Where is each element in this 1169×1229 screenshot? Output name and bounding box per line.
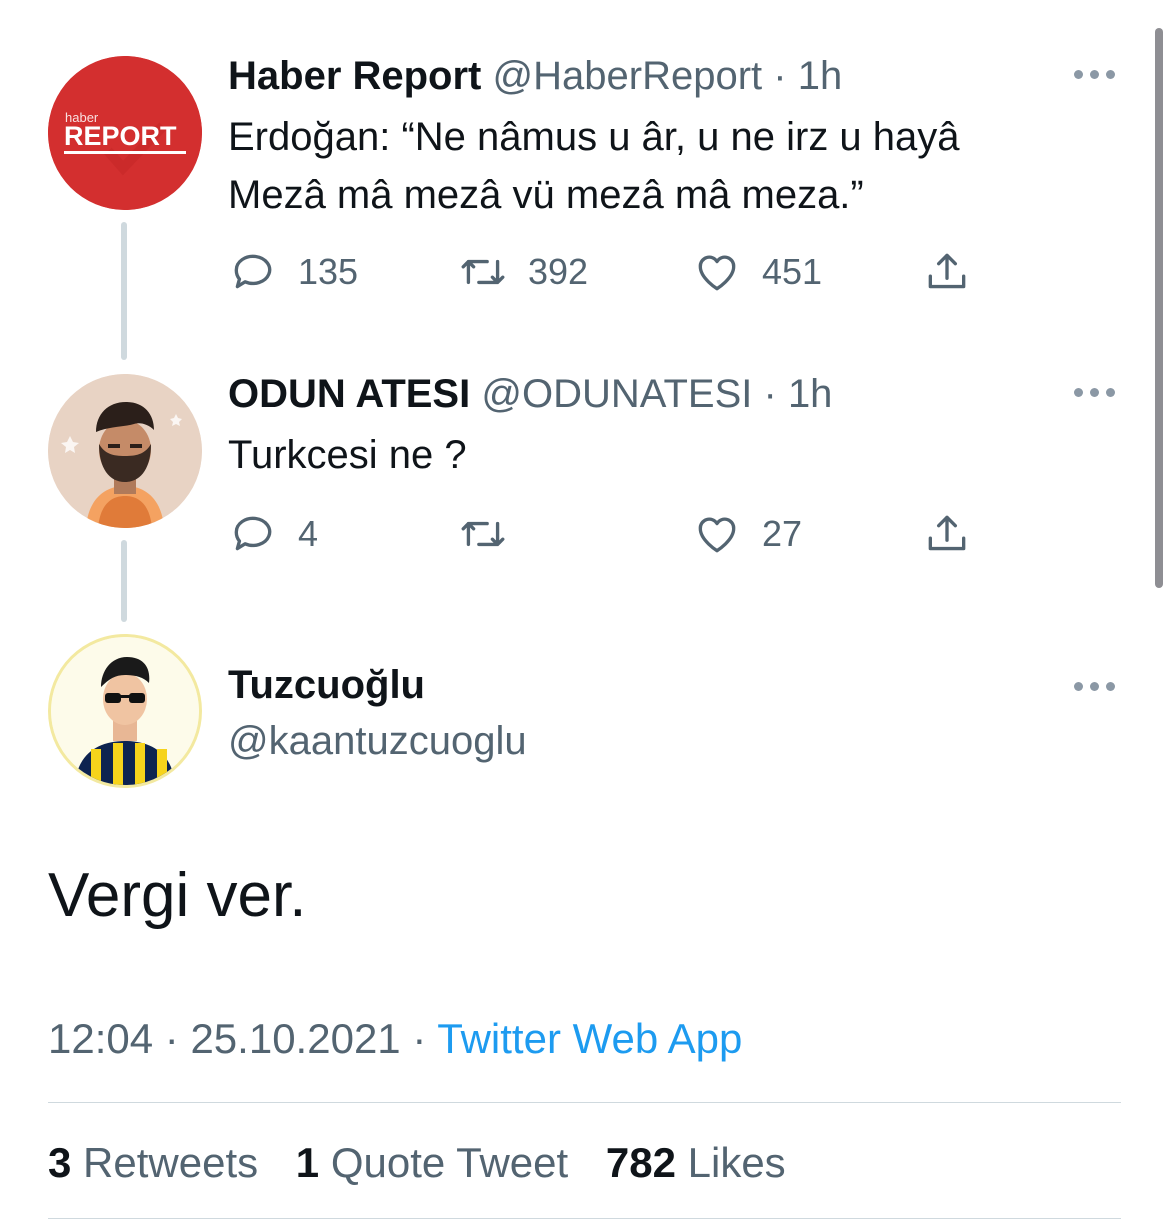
reply-button[interactable]: 135	[228, 246, 358, 298]
tweet-text-line: Erdoğan: “Ne nâmus u âr, u ne irz u hayâ	[228, 115, 960, 159]
engagement-stats: 3 Retweets 1 Quote Tweet 782 Likes	[48, 1136, 812, 1190]
action-bar: 4 27	[228, 508, 988, 560]
retweet-total: 3	[48, 1139, 72, 1186]
separator: ·	[763, 372, 777, 416]
retweet-icon	[461, 259, 505, 285]
tweet-text: Turkcesi ne ?	[228, 426, 467, 484]
reply-count: 135	[298, 251, 359, 292]
reply-icon	[234, 254, 272, 289]
tweet-text-line: Mezâ mâ mezâ vü mezâ mâ meza.”	[228, 173, 864, 217]
scrollbar[interactable]	[1155, 28, 1163, 588]
separator: ·	[412, 1015, 427, 1062]
tweet-meta: 12:04 · 25.10.2021 · Twitter Web App	[48, 1012, 742, 1066]
reply-icon	[234, 516, 272, 551]
retweet-button[interactable]: 392	[458, 246, 588, 298]
like-button[interactable]: 27	[692, 508, 802, 560]
more-icon[interactable]	[1072, 680, 1118, 692]
thread-line	[121, 222, 127, 360]
like-total: 782	[605, 1139, 676, 1186]
divider	[48, 1218, 1121, 1219]
source-app-link[interactable]: Twitter Web App	[437, 1015, 742, 1062]
thread-line	[121, 540, 127, 622]
action-bar: 135 392 451	[228, 246, 988, 298]
retweet-button[interactable]	[458, 508, 528, 560]
tweet-text: Erdoğan: “Ne nâmus u âr, u ne irz u hayâ…	[228, 108, 960, 224]
tweet-time[interactable]: 12:04	[48, 1015, 153, 1062]
haber-report-logo: haber REPORT	[48, 56, 202, 210]
handle[interactable]: @ODUNATESI	[481, 372, 752, 416]
avatar[interactable]: haber REPORT	[48, 56, 202, 210]
quote-tweets-stat[interactable]: 1 Quote Tweet	[296, 1139, 568, 1186]
likes-stat[interactable]: 782 Likes	[606, 1139, 786, 1186]
avatar[interactable]	[48, 374, 202, 528]
quote-total: 1	[295, 1139, 320, 1186]
divider	[48, 1102, 1121, 1103]
avatar[interactable]	[48, 634, 202, 788]
like-count: 27	[762, 513, 803, 554]
retweet-count: 392	[528, 251, 589, 292]
reply-button[interactable]: 4	[228, 508, 318, 560]
like-count: 451	[762, 251, 823, 292]
handle[interactable]: @HaberReport	[493, 54, 763, 98]
separator: ·	[164, 1015, 179, 1062]
display-name[interactable]: Tuzcuoğlu	[228, 660, 425, 710]
share-icon	[928, 253, 966, 289]
retweets-label: Retweets	[83, 1139, 259, 1186]
more-icon[interactable]	[1072, 68, 1118, 80]
like-button[interactable]: 451	[692, 246, 822, 298]
more-icon[interactable]	[1072, 386, 1118, 398]
display-name[interactable]: Haber Report	[228, 54, 481, 98]
share-button[interactable]	[922, 246, 972, 298]
share-icon	[928, 515, 966, 551]
share-button[interactable]	[922, 508, 972, 560]
retweets-stat[interactable]: 3 Retweets	[48, 1139, 258, 1186]
timestamp[interactable]: 1h	[788, 372, 833, 416]
tweet-header: ODUN ATESI @ODUNATESI · 1h	[228, 370, 832, 418]
separator: ·	[773, 54, 787, 98]
timestamp[interactable]: 1h	[798, 54, 843, 98]
handle[interactable]: @kaantuzcuoglu	[228, 716, 527, 766]
tweet-text: Vergi ver.	[48, 861, 307, 930]
retweet-icon	[461, 521, 505, 547]
tweet-text-line: Turkcesi ne ?	[228, 433, 467, 477]
like-icon	[698, 255, 736, 291]
tweet-header: Haber Report @HaberReport · 1h	[228, 52, 842, 100]
like-icon	[698, 517, 736, 553]
display-name[interactable]: ODUN ATESI	[228, 372, 470, 416]
reply-count: 4	[298, 513, 319, 554]
quote-label: Quote Tweet	[330, 1139, 569, 1186]
avatar-illustration	[51, 637, 199, 785]
likes-label: Likes	[687, 1139, 786, 1186]
tweet-date[interactable]: 25.10.2021	[190, 1015, 400, 1062]
avatar-illustration	[48, 374, 202, 528]
logo-big-text: REPORT	[64, 121, 177, 151]
